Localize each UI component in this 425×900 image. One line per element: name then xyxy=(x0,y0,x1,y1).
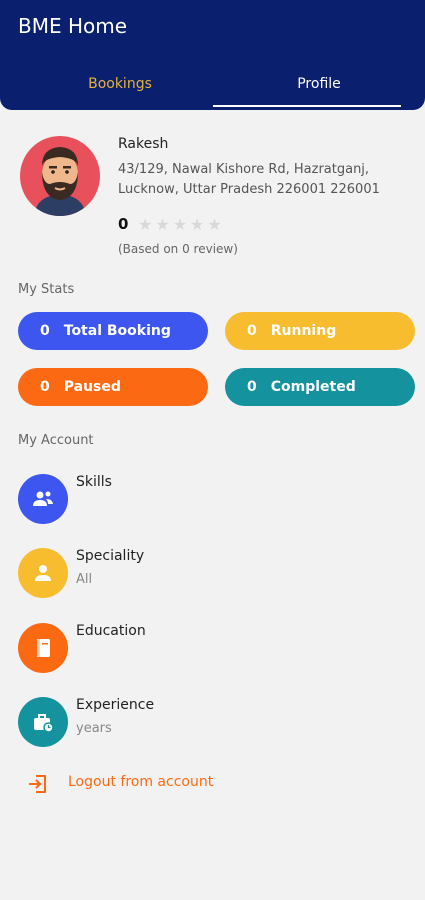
stat-completed[interactable]: 0 Completed xyxy=(225,368,415,406)
account-item-subtitle: All xyxy=(76,572,93,587)
account-item-skills[interactable]: Skills xyxy=(18,474,408,530)
my-account-heading: My Account xyxy=(18,433,94,448)
account-item-education[interactable]: Education xyxy=(18,623,408,679)
logout-label: Logout from account xyxy=(68,774,214,790)
profile-name: Rakesh xyxy=(118,136,169,152)
account-item-experience[interactable]: Experience years xyxy=(18,697,408,753)
man-avatar-icon xyxy=(20,136,100,216)
my-stats-heading: My Stats xyxy=(18,282,75,297)
active-tab-indicator xyxy=(213,105,401,107)
account-item-title: Speciality xyxy=(76,548,145,564)
briefcase-clock-icon xyxy=(18,697,68,747)
stat-count: 0 xyxy=(40,323,50,339)
stat-running[interactable]: 0 Running xyxy=(225,312,415,350)
tab-bookings[interactable]: Bookings xyxy=(14,60,226,108)
account-item-subtitle: years xyxy=(76,721,112,736)
account-item-speciality[interactable]: Speciality All xyxy=(18,548,408,604)
rating-value: 0 xyxy=(118,215,129,233)
app-title: BME Home xyxy=(18,14,128,38)
stat-label: Total Booking xyxy=(63,323,171,339)
stat-label: Paused xyxy=(63,379,121,395)
person-icon xyxy=(18,548,68,598)
stat-count: 0 xyxy=(40,379,50,395)
stat-count: 0 xyxy=(247,323,257,339)
stat-label: Completed xyxy=(270,379,356,395)
logout-button[interactable]: Logout from account xyxy=(26,771,246,797)
account-item-title: Experience xyxy=(76,697,155,713)
app-bar: BME Home Bookings Profile xyxy=(0,0,425,110)
account-item-title: Education xyxy=(76,623,146,639)
tab-profile[interactable]: Profile xyxy=(213,60,425,108)
stat-count: 0 xyxy=(247,379,257,395)
account-item-title: Skills xyxy=(76,474,112,490)
stat-paused[interactable]: 0 Paused xyxy=(18,368,208,406)
profile-address: 43/129, Nawal Kishore Rd, Hazratganj, Lu… xyxy=(118,162,380,197)
tab-bar: Bookings Profile xyxy=(0,60,425,108)
stat-label: Running xyxy=(270,323,337,339)
stat-total-booking[interactable]: 0 Total Booking xyxy=(18,312,208,350)
review-count-note: (Based on 0 review) xyxy=(118,242,238,256)
logout-icon xyxy=(26,772,50,800)
users-icon xyxy=(18,474,68,524)
book-icon xyxy=(18,623,68,673)
star-rating: ★★★★★ xyxy=(138,215,225,234)
